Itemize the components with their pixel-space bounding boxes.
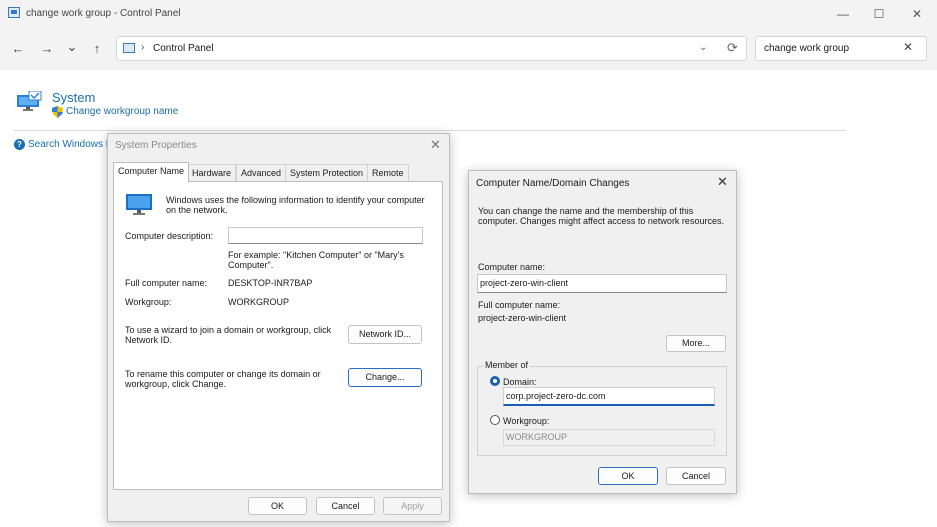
tab-remote[interactable]: Remote — [367, 164, 409, 182]
network-id-button[interactable]: Network ID... — [348, 325, 422, 344]
dd-full-computer-name-label: Full computer name: — [478, 300, 561, 310]
domain-radio[interactable] — [490, 376, 500, 386]
system-properties-cancel-button[interactable]: Cancel — [316, 497, 375, 515]
change-description: To rename this computer or change its do… — [125, 369, 321, 389]
network-id-description: To use a wizard to join a domain or work… — [125, 325, 332, 345]
workgroup-input[interactable]: WORKGROUP — [503, 429, 715, 446]
change-button[interactable]: Change... — [348, 368, 422, 387]
help-icon: ? — [14, 139, 25, 150]
domain-changes-close-icon[interactable]: ✕ — [717, 174, 728, 190]
workgroup-radio[interactable] — [490, 415, 500, 425]
system-properties-close-icon[interactable]: ✕ — [430, 137, 441, 153]
domain-changes-title: Computer Name/Domain Changes — [476, 178, 630, 189]
computer-description-label: Computer description: — [125, 231, 214, 241]
workgroup-radio-label[interactable]: Workgroup: — [503, 416, 549, 426]
tab-hardware[interactable]: Hardware — [187, 164, 237, 182]
divider — [14, 130, 846, 131]
member-of-label: Member of — [483, 360, 531, 370]
computer-description-input[interactable] — [228, 227, 423, 244]
full-computer-name-value: DESKTOP-INR7BAP — [228, 278, 313, 288]
computer-name-label: Computer name: — [478, 262, 546, 272]
close-button[interactable]: ✕ — [906, 6, 928, 22]
domain-changes-cancel-button[interactable]: Cancel — [666, 467, 726, 485]
minimize-button[interactable]: — — [832, 6, 854, 22]
control-panel-address-icon — [123, 43, 135, 53]
breadcrumb-separator-icon[interactable]: › — [141, 42, 144, 53]
search-input-value: change work group — [764, 43, 850, 54]
system-properties-apply-button[interactable]: Apply — [383, 497, 442, 515]
domain-changes-ok-button[interactable]: OK — [598, 467, 658, 485]
system-properties-title: System Properties — [115, 140, 197, 151]
more-button[interactable]: More... — [666, 335, 726, 352]
tab-computer-name[interactable]: Computer Name — [113, 162, 190, 182]
tab-advanced[interactable]: Advanced — [236, 164, 287, 182]
breadcrumb-control-panel[interactable]: Control Panel — [153, 43, 214, 54]
back-arrow-icon[interactable]: ← — [9, 40, 27, 58]
up-arrow-icon[interactable]: ↑ — [88, 40, 106, 58]
control-panel-icon — [8, 7, 20, 18]
refresh-icon[interactable]: ⟳ — [727, 40, 738, 56]
system-monitor-icon — [17, 91, 42, 111]
workgroup-label: Workgroup: — [125, 297, 172, 307]
search-clear-icon[interactable]: ✕ — [903, 40, 913, 54]
domain-input[interactable]: corp.project-zero-dc.com — [503, 387, 715, 406]
computer-name-intro-text: Windows uses the following information t… — [166, 195, 425, 215]
computer-description-example: For example: "Kitchen Computer" or "Mary… — [228, 250, 404, 270]
dd-full-computer-name-value: project-zero-win-client — [478, 313, 567, 323]
domain-radio-label[interactable]: Domain: — [503, 377, 537, 387]
window-title: change work group - Control Panel — [26, 8, 181, 19]
full-computer-name-label: Full computer name: — [125, 278, 208, 288]
computer-name-input[interactable]: project-zero-win-client — [477, 274, 727, 293]
system-heading-link[interactable]: System — [52, 90, 95, 105]
address-dropdown-chevron-icon[interactable]: ⌄ — [699, 42, 707, 53]
domain-changes-intro-text: You can change the name and the membersh… — [478, 206, 724, 226]
tab-system-protection[interactable]: System Protection — [285, 164, 369, 182]
recent-locations-chevron-icon[interactable]: ⌄ — [63, 38, 81, 56]
search-windows-help-link[interactable]: Search Windows Help and Support — [28, 139, 108, 150]
change-workgroup-name-link[interactable]: Change workgroup name — [66, 106, 178, 117]
uac-shield-icon — [52, 106, 63, 118]
forward-arrow-icon[interactable]: → — [38, 40, 56, 58]
maximize-button[interactable]: ☐ — [868, 6, 890, 22]
workgroup-value: WORKGROUP — [228, 297, 290, 307]
system-properties-tabs: Computer Name Hardware Advanced System P… — [113, 162, 443, 182]
system-properties-ok-button[interactable]: OK — [248, 497, 307, 515]
computer-monitor-icon — [126, 194, 152, 215]
